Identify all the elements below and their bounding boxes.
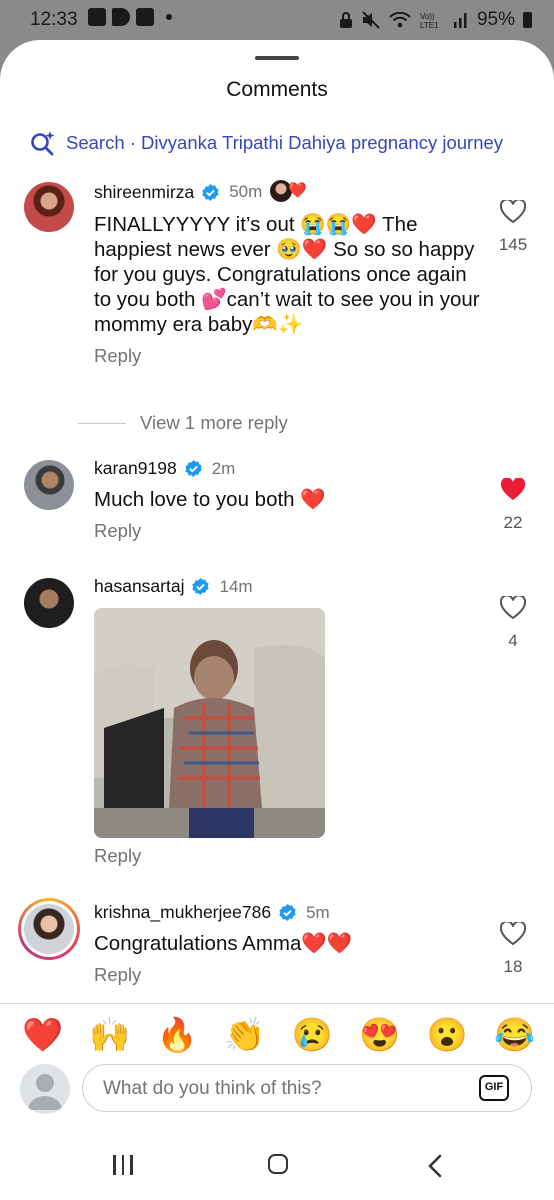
gallery-icon — [88, 8, 106, 26]
related-search-link[interactable]: Search · Divyanka Tripathi Dahiya pregna… — [30, 130, 503, 156]
status-bar: 12:33 Vo)) LTE1 95% — [0, 0, 554, 40]
username[interactable]: shireenmirza — [94, 182, 194, 203]
like-heart-icon[interactable] — [499, 920, 527, 946]
comment-time: 14m — [219, 576, 253, 596]
comment-time: 2m — [211, 458, 236, 478]
verified-badge-icon — [278, 903, 297, 922]
avatar[interactable] — [24, 182, 74, 232]
like-count: 4 — [508, 631, 518, 650]
like-heart-icon[interactable] — [499, 198, 527, 224]
username[interactable]: krishna_mukherjee786 — [94, 902, 271, 923]
comment-body: hasansartaj 14m — [94, 576, 484, 597]
comment-input-placeholder: What do you think of this? — [103, 1078, 322, 1099]
liked-heart-icon[interactable] — [500, 477, 526, 502]
comment-body: krishna_mukherjee786 5m Congratulations … — [94, 902, 484, 986]
view-more-replies-button[interactable]: View 1 more reply — [78, 412, 288, 434]
sheet-title: Comments — [226, 78, 328, 101]
search-text: Search · Divyanka Tripathi Dahiya pregna… — [66, 132, 504, 153]
comment-text: Much love to you both ❤️ — [94, 488, 326, 511]
system-nav-bar — [0, 1140, 554, 1200]
emoji-surprised-button[interactable]: 😮 — [427, 1016, 468, 1055]
like-heart-icon[interactable] — [499, 594, 527, 620]
avatar-story-ring[interactable] — [18, 898, 80, 960]
username[interactable]: karan9198 — [94, 458, 177, 479]
reply-button[interactable]: Reply — [94, 964, 484, 986]
like-control: 4 — [496, 594, 530, 651]
avatar — [24, 904, 74, 954]
view-more-label: View 1 more reply — [140, 412, 288, 433]
volte-icon: Vo))LTE1 — [420, 12, 439, 29]
comment-header: shireenmirza 50m ❤️ — [94, 180, 484, 204]
verified-badge-icon — [201, 183, 220, 202]
back-icon[interactable] — [428, 1154, 442, 1178]
emoji-laughing-button[interactable]: 😂 — [494, 1016, 535, 1055]
divider-line — [78, 422, 126, 424]
my-avatar-icon — [20, 1064, 70, 1114]
like-control: 18 — [496, 920, 530, 977]
drag-handle[interactable] — [255, 56, 299, 60]
comment-input[interactable]: What do you think of this? GIF — [82, 1064, 532, 1112]
mute-icon — [362, 11, 380, 29]
comment-time: 50m — [229, 182, 263, 201]
recent-apps-icon[interactable] — [113, 1155, 133, 1175]
wifi-icon — [389, 12, 411, 28]
comment-text: Congratulations Amma❤️❤️ — [94, 932, 353, 955]
emoji-heart-eyes-button[interactable]: 😍 — [359, 1016, 400, 1055]
status-time: 12:33 — [30, 9, 78, 30]
avatar[interactable] — [24, 460, 74, 510]
cast-icon — [112, 8, 130, 26]
checkbox-icon — [136, 8, 154, 26]
reply-button[interactable]: Reply — [94, 520, 484, 542]
gif-button[interactable]: GIF — [479, 1075, 509, 1101]
signal-icon — [453, 13, 467, 28]
emoji-fire-button[interactable]: 🔥 — [157, 1016, 198, 1055]
comment-composer: What do you think of this? GIF — [20, 1064, 534, 1116]
comment-time: 5m — [306, 902, 330, 922]
avatar[interactable] — [24, 578, 74, 628]
quick-emoji-bar: ❤️ 🙌 🔥 👏 😢 😍 😮 😂 — [22, 1016, 535, 1055]
emoji-raised-hands-button[interactable]: 🙌 — [89, 1016, 130, 1055]
lock-icon — [339, 11, 352, 28]
comment-header: hasansartaj 14m — [94, 576, 484, 597]
comment-header: karan9198 2m — [94, 458, 484, 479]
like-control: 145 — [496, 198, 530, 255]
reply-button[interactable]: Reply — [94, 345, 484, 367]
comment-body: karan9198 2m Much love to you both ❤️ Re… — [94, 458, 484, 542]
like-count: 18 — [503, 957, 523, 976]
system-icons: Vo)) LTE1 95% — [339, 9, 532, 31]
home-icon[interactable] — [268, 1154, 288, 1174]
svg-text:LTE1: LTE1 — [420, 21, 439, 29]
emoji-heart-button[interactable]: ❤️ — [22, 1016, 63, 1055]
more-dot-icon — [166, 14, 172, 20]
like-control: 22 — [496, 477, 530, 533]
creator-liked-icon: ❤️ — [270, 180, 308, 204]
comment-text: FINALLYYYYY it’s out 😭😭❤️ The happiest n… — [94, 213, 480, 336]
emoji-clap-button[interactable]: 👏 — [224, 1016, 265, 1055]
verified-badge-icon — [191, 577, 210, 596]
comment-header: krishna_mukherjee786 5m — [94, 902, 484, 923]
notification-icons — [88, 8, 172, 26]
svg-text:Vo)): Vo)) — [420, 12, 435, 21]
username[interactable]: hasansartaj — [94, 576, 184, 597]
battery-icon — [523, 12, 532, 28]
sparkle-search-icon — [31, 131, 55, 156]
like-count: 22 — [503, 513, 523, 532]
like-count: 145 — [498, 235, 528, 254]
emoji-crying-button[interactable]: 😢 — [292, 1016, 333, 1055]
verified-badge-icon — [184, 459, 203, 478]
reply-button[interactable]: Reply — [94, 845, 141, 867]
gif-attachment[interactable] — [94, 608, 325, 838]
composer-divider — [0, 1003, 554, 1004]
comment-body: shireenmirza 50m ❤️ FINALLYYYYY it’s out… — [94, 180, 484, 367]
battery-percent: 95% — [476, 9, 515, 30]
comments-sheet: Comments Search · Divyanka Tripathi Dahi… — [0, 40, 554, 1200]
